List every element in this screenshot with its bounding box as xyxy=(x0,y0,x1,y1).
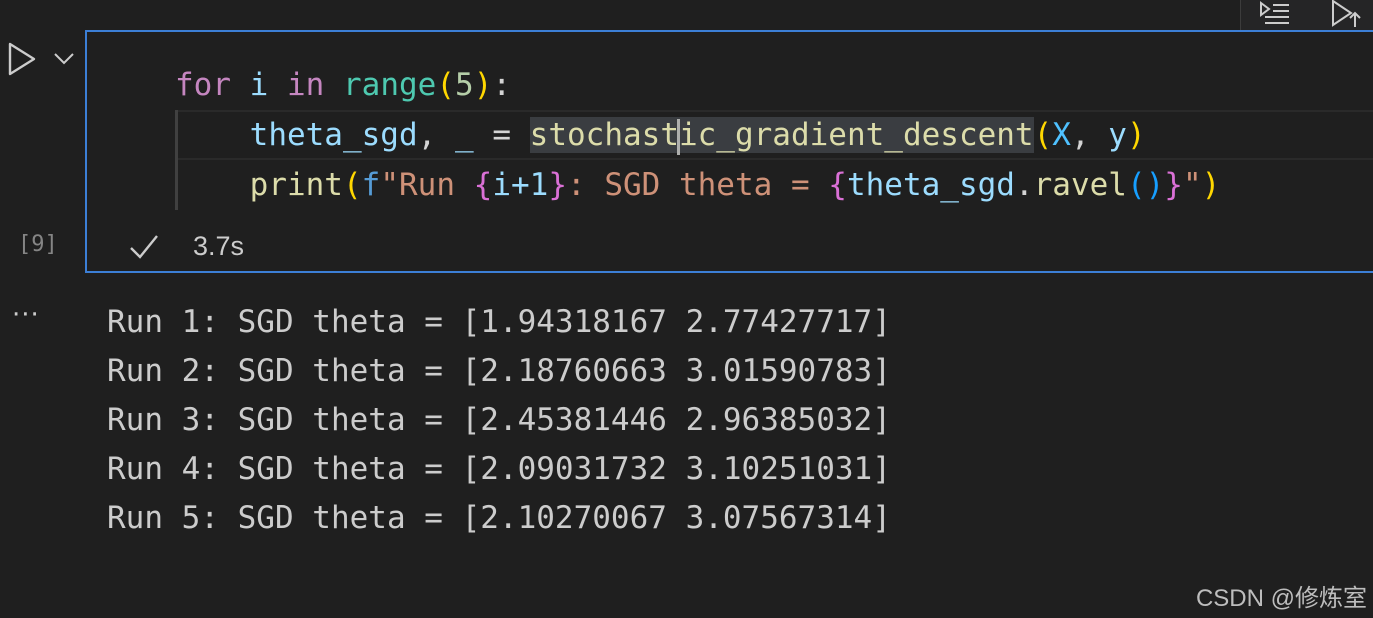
output-line: Run 4: SGD theta = [2.09031732 3.1025103… xyxy=(107,451,891,487)
variable: theta_sgd xyxy=(846,167,1015,203)
variable: i xyxy=(249,67,269,103)
bracket: ( xyxy=(1126,167,1146,203)
bracket: ( xyxy=(342,167,362,203)
code-line-2[interactable]: theta_sgd, _ = stochastic_gradient_desce… xyxy=(175,110,1146,160)
watermark: CSDN @修炼室 xyxy=(1195,585,1367,612)
code-line-3[interactable]: print(f"Run {i+1}: SGD theta = {theta_sg… xyxy=(175,160,1221,210)
punctuation: , xyxy=(1070,117,1090,153)
variable: y xyxy=(1108,117,1127,153)
execution-time: 3.7s xyxy=(193,231,245,261)
chevron-down-icon xyxy=(54,53,74,65)
punctuation: : xyxy=(492,67,512,103)
operator: = xyxy=(492,117,511,153)
run-cell-button[interactable] xyxy=(4,40,40,80)
output-line: Run 5: SGD theta = [2.10270067 3.0756731… xyxy=(107,500,891,536)
bracket: } xyxy=(1164,167,1183,203)
function-name: stochast xyxy=(529,117,679,153)
number: 5 xyxy=(455,67,474,103)
bracket: ) xyxy=(473,67,493,103)
bracket: { xyxy=(473,167,493,203)
builtin-function: range xyxy=(343,67,437,103)
variable: X xyxy=(1052,117,1071,153)
execution-count: [9] xyxy=(18,232,58,257)
function-name: ravel xyxy=(1033,167,1127,203)
string-prefix: f xyxy=(361,167,381,203)
bracket: } xyxy=(548,167,567,203)
function-name: print xyxy=(249,167,343,203)
bracket: { xyxy=(828,167,847,203)
punctuation: , xyxy=(417,117,437,153)
bracket: ) xyxy=(1145,167,1165,203)
bracket: ) xyxy=(1126,117,1146,153)
function-name: ic_gradient_descent xyxy=(678,117,1034,153)
cell-output: Run 1: SGD theta = [1.94318167 2.7742771… xyxy=(107,298,891,543)
string: "Run xyxy=(380,167,474,203)
variable: theta_sgd xyxy=(249,117,418,153)
string: : SGD theta = xyxy=(567,167,829,203)
code-line-1[interactable]: for i in range(5): xyxy=(175,60,511,110)
bracket: ) xyxy=(1201,167,1221,203)
run-menu-button[interactable] xyxy=(52,46,76,70)
output-line: Run 1: SGD theta = [1.94318167 2.7742771… xyxy=(107,304,891,340)
keyword: in xyxy=(287,67,325,103)
output-more-button[interactable]: ··· xyxy=(12,300,40,330)
bracket: ( xyxy=(436,67,456,103)
punctuation: . xyxy=(1014,167,1034,203)
bracket: ( xyxy=(1033,117,1053,153)
keyword: for xyxy=(175,67,231,103)
variable: _ xyxy=(454,117,474,153)
expression: i+1 xyxy=(492,167,549,203)
output-line: Run 2: SGD theta = [2.18760663 3.0159078… xyxy=(107,353,891,389)
string: " xyxy=(1182,167,1202,203)
check-icon xyxy=(128,232,160,262)
play-icon xyxy=(8,42,36,76)
output-line: Run 3: SGD theta = [2.45381446 2.9638503… xyxy=(107,402,891,438)
code-editor[interactable]: for i in range(5): theta_sgd, _ = stocha… xyxy=(87,32,1373,210)
